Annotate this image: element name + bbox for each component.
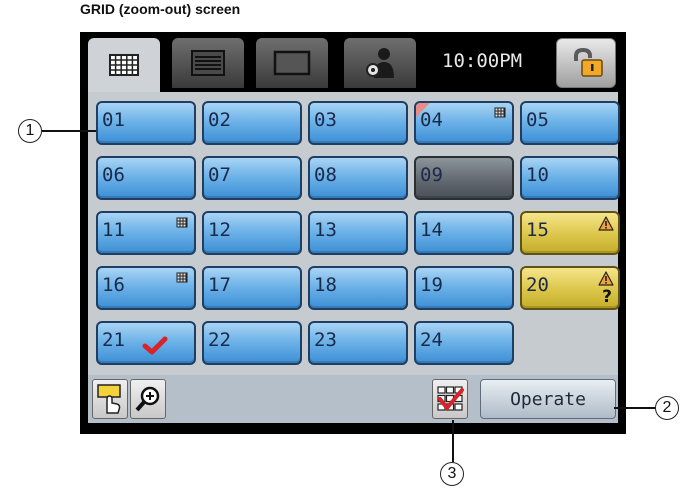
cell-number: 14 (420, 219, 443, 241)
callout-2: 2 (655, 396, 679, 420)
multi-check-icon (437, 386, 464, 411)
zoom-button[interactable] (130, 379, 166, 419)
single-view-icon (273, 50, 311, 76)
cell-number: 20 (526, 274, 549, 296)
grid-icon (109, 54, 139, 76)
cell-number: 21 (102, 329, 125, 351)
cell-number: 17 (208, 274, 231, 296)
grid-cell-12[interactable]: 12 (202, 211, 302, 255)
grid-cell-18[interactable]: 18 (308, 266, 408, 310)
checkmark-icon (142, 336, 168, 355)
grid-panel: 01 02 03 04 05 06 07 08 09 10 11 12 13 14 15 16 17 18 19 20… (88, 92, 620, 375)
cell-number: 04 (420, 109, 443, 131)
cell-number: 06 (102, 164, 125, 186)
grid-cell-09[interactable]: 09 (414, 156, 514, 200)
cell-number: 01 (102, 109, 125, 131)
tab-single-view[interactable] (256, 38, 328, 88)
screen-heading: GRID (zoom-out) screen (80, 1, 241, 17)
cell-number: 05 (526, 109, 549, 131)
grid-cell-04[interactable]: 04 (414, 101, 514, 145)
bottom-toolbar: Operate (88, 375, 618, 423)
callout-2-leader (614, 407, 656, 409)
callout-3: 3 (440, 462, 464, 486)
grid-cell-03[interactable]: 03 (308, 101, 408, 145)
cell-number: 12 (208, 219, 231, 241)
cell-number: 18 (314, 274, 337, 296)
callout-1-leader (42, 130, 96, 132)
cell-number: 07 (208, 164, 231, 186)
grid-cell-19[interactable]: 19 (414, 266, 514, 310)
warning-icon (598, 216, 614, 231)
lock-button[interactable] (556, 38, 616, 88)
grid-cell-23[interactable]: 23 (308, 321, 408, 365)
question-icon: ? (602, 287, 612, 307)
device-screen: 10:00PM 01 02 03 04 05 06 07 08 09 10 11 12 13 14 15 16… (80, 32, 626, 434)
cell-number: 22 (208, 329, 231, 351)
cell-number: 13 (314, 219, 337, 241)
padlock-icon (574, 47, 603, 77)
operate-button[interactable]: Operate (480, 379, 616, 419)
grid-cell-10[interactable]: 10 (520, 156, 620, 200)
tab-list[interactable] (172, 38, 244, 88)
cell-number: 02 (208, 109, 231, 131)
grid-cell-15[interactable]: 15 (520, 211, 620, 255)
cell-number: 16 (102, 274, 125, 296)
cell-number: 08 (314, 164, 337, 186)
grid-cell-21[interactable]: 21 (96, 321, 196, 365)
cell-number: 23 (314, 329, 337, 351)
grid-cell-22[interactable]: 22 (202, 321, 302, 365)
tab-user-settings[interactable] (344, 38, 416, 88)
cell-number: 03 (314, 109, 337, 131)
list-icon (191, 50, 225, 76)
grid-mini-icon (494, 107, 506, 118)
grid-cell-14[interactable]: 14 (414, 211, 514, 255)
cell-number: 10 (526, 164, 549, 186)
cell-number: 15 (526, 219, 549, 241)
grid-cell-24[interactable]: 24 (414, 321, 514, 365)
grid-cell-06[interactable]: 06 (96, 156, 196, 200)
cell-number: 11 (102, 219, 125, 241)
grid-cell-20[interactable]: 20? (520, 266, 620, 310)
grid-cell-16[interactable]: 16 (96, 266, 196, 310)
grid-cell-07[interactable]: 07 (202, 156, 302, 200)
grid-cell-08[interactable]: 08 (308, 156, 408, 200)
grid-mini-icon (176, 217, 188, 228)
grid-mini-icon (176, 272, 188, 283)
grid-cell-01[interactable]: 01 (96, 101, 196, 145)
callout-3-leader (452, 420, 454, 462)
grid-cell-13[interactable]: 13 (308, 211, 408, 255)
cell-number: 09 (420, 164, 443, 186)
grid-cell-11[interactable]: 11 (96, 211, 196, 255)
grid-cell-05[interactable]: 05 (520, 101, 620, 145)
tab-bar: 10:00PM (80, 32, 626, 92)
user-settings-icon (366, 48, 394, 78)
cell-number: 19 (420, 274, 443, 296)
zoom-icon (135, 386, 160, 412)
grid-cell-02[interactable]: 02 (202, 101, 302, 145)
clock-display: 10:00PM (442, 50, 523, 72)
touch-select-button[interactable] (92, 379, 128, 419)
multi-check-button[interactable] (432, 379, 468, 419)
tab-grid[interactable] (88, 38, 160, 92)
warning-icon (598, 271, 614, 286)
touch-select-icon (97, 384, 121, 414)
cell-number: 24 (420, 329, 443, 351)
grid-cell-17[interactable]: 17 (202, 266, 302, 310)
callout-1: 1 (18, 119, 42, 143)
